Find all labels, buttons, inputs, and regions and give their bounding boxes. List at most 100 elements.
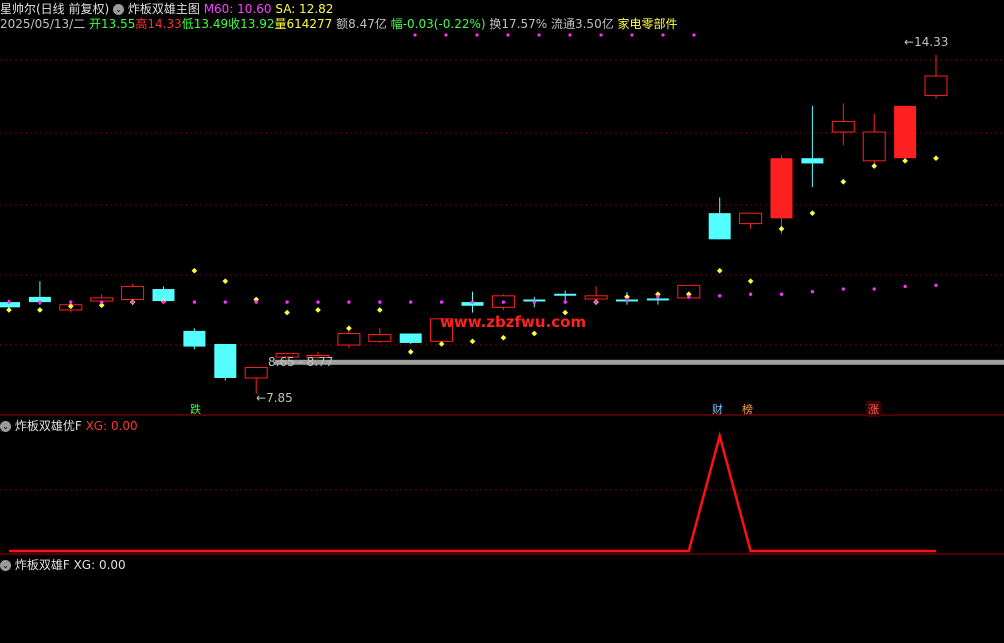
candle-body[interactable] xyxy=(801,158,824,164)
quote-amount: 额8.47亿 xyxy=(336,17,387,31)
sub1-indicator-name[interactable]: 炸板双雄优F xyxy=(15,419,82,433)
sub2-header: ⌄ 炸板双雄F XG: 0.00 xyxy=(0,556,126,573)
candle-body[interactable] xyxy=(584,295,608,300)
badge-finance[interactable]: 财 xyxy=(710,401,725,417)
quote-high: 高14.33 xyxy=(135,17,182,31)
signal-dot xyxy=(599,33,603,37)
signal-dot xyxy=(506,33,510,37)
magenta-signal-dot xyxy=(718,294,722,298)
magenta-signal-dot xyxy=(254,300,258,304)
dropdown-icon[interactable]: ⌄ xyxy=(113,4,125,15)
high-price-marker: ←14.33 xyxy=(904,35,948,49)
yellow-signal-dot xyxy=(191,267,198,274)
candle-body[interactable] xyxy=(183,330,206,347)
yellow-signal-dot xyxy=(933,155,939,162)
sub2-xg-value: XG: 0.00 xyxy=(73,558,126,572)
candle-body[interactable] xyxy=(368,334,392,342)
magenta-signal-dot xyxy=(347,300,351,304)
quote-close: 收13.92 xyxy=(228,17,275,31)
candle-body[interactable] xyxy=(214,343,237,378)
magenta-signal-dot xyxy=(192,300,197,304)
signal-dot xyxy=(475,33,479,37)
magenta-signal-dot xyxy=(779,292,784,296)
magenta-signal-dot xyxy=(594,300,598,304)
signal-dot xyxy=(568,33,572,37)
yellow-signal-dot xyxy=(778,226,785,232)
magenta-signal-dot xyxy=(934,283,938,288)
signal-dot xyxy=(661,33,665,37)
zone-label: 8.65 - 8.77 xyxy=(268,355,334,369)
magenta-signal-dot xyxy=(687,295,691,299)
candle-body[interactable] xyxy=(646,298,669,301)
magenta-signal-dot xyxy=(470,300,475,304)
dropdown-icon[interactable]: ⌄ xyxy=(0,560,11,571)
yellow-signal-dot xyxy=(902,157,908,164)
magenta-signal-dot xyxy=(748,292,753,296)
magenta-signal-dot xyxy=(161,300,166,304)
badge-board[interactable]: 榜 xyxy=(740,401,755,417)
signal-dot xyxy=(444,33,448,37)
magenta-signal-dot xyxy=(501,300,506,304)
sa-value: SA: 12.82 xyxy=(275,2,334,16)
candle-body[interactable] xyxy=(739,212,763,225)
yellow-signal-dot xyxy=(531,330,538,337)
magenta-signal-dot xyxy=(409,300,413,304)
yellow-signal-dot xyxy=(407,348,414,355)
candle-body[interactable] xyxy=(831,121,855,133)
quote-turnover: 换17.57% xyxy=(489,17,548,31)
arrow-left-icon: ← xyxy=(256,391,267,405)
yellow-signal-dot xyxy=(500,334,507,341)
candle-body[interactable] xyxy=(770,158,793,219)
dropdown-icon[interactable]: ⌄ xyxy=(0,421,11,432)
signal-dot xyxy=(413,33,417,37)
signal-dot xyxy=(630,33,634,37)
magenta-signal-dot xyxy=(316,300,320,304)
magenta-signal-dot xyxy=(625,297,629,302)
magenta-signal-dot xyxy=(872,287,876,291)
main-indicator-name[interactable]: 炸板双雄主图 xyxy=(128,2,200,16)
quote-low: 低13.49 xyxy=(181,17,229,31)
magenta-signal-dot xyxy=(903,284,907,289)
yellow-signal-dot xyxy=(469,338,476,345)
yellow-signal-dot xyxy=(840,178,847,185)
badge-rise[interactable]: 涨 xyxy=(866,401,881,417)
candle-body[interactable] xyxy=(554,293,577,296)
candle-body[interactable] xyxy=(708,213,731,240)
quote-volume: 量614277 xyxy=(274,17,333,31)
candle-body[interactable] xyxy=(121,285,145,300)
yellow-signal-dot xyxy=(376,307,383,313)
magenta-signal-dot xyxy=(439,300,444,304)
magenta-signal-dot xyxy=(656,295,660,299)
magenta-signal-dot xyxy=(38,300,42,304)
signal-dot xyxy=(537,33,541,37)
yellow-signal-dot xyxy=(222,278,229,285)
quote-sector[interactable]: 家电零部件 xyxy=(618,17,678,31)
candle-body[interactable] xyxy=(862,131,886,162)
badge-fall[interactable]: 跌 xyxy=(188,401,203,417)
candle-body[interactable] xyxy=(244,367,268,379)
magenta-signal-dot xyxy=(532,300,536,304)
candle-body[interactable] xyxy=(894,105,917,159)
yellow-signal-dot xyxy=(315,307,321,313)
yellow-signal-dot xyxy=(37,307,43,313)
magenta-signal-dot xyxy=(285,300,289,304)
stock-title[interactable]: 星帅尔(日线 前复权) xyxy=(0,2,109,16)
magenta-signal-dot xyxy=(100,300,104,304)
candle-body[interactable] xyxy=(337,333,361,346)
magenta-signal-dot xyxy=(7,300,11,304)
sub1-signal-line xyxy=(9,431,936,553)
high-price-label: 14.33 xyxy=(914,35,949,49)
candle-body[interactable] xyxy=(399,333,422,343)
yellow-signal-dot xyxy=(716,267,723,274)
magenta-signal-dot xyxy=(563,300,567,304)
yellow-signal-dot xyxy=(6,307,12,313)
sub2-indicator-name[interactable]: 炸板双雄F xyxy=(15,558,70,572)
m60-value: M60: 10.60 xyxy=(203,2,272,16)
quote-open: 开13.55 xyxy=(89,17,136,31)
sub1-header: ⌄ 炸板双雄优F XG: 0.00 xyxy=(0,417,138,434)
magenta-signal-dot xyxy=(223,300,227,304)
yellow-signal-dot xyxy=(284,309,290,316)
signal-dot xyxy=(692,33,696,37)
arrow-left-icon: ← xyxy=(904,35,915,49)
candle-body[interactable] xyxy=(924,75,948,96)
